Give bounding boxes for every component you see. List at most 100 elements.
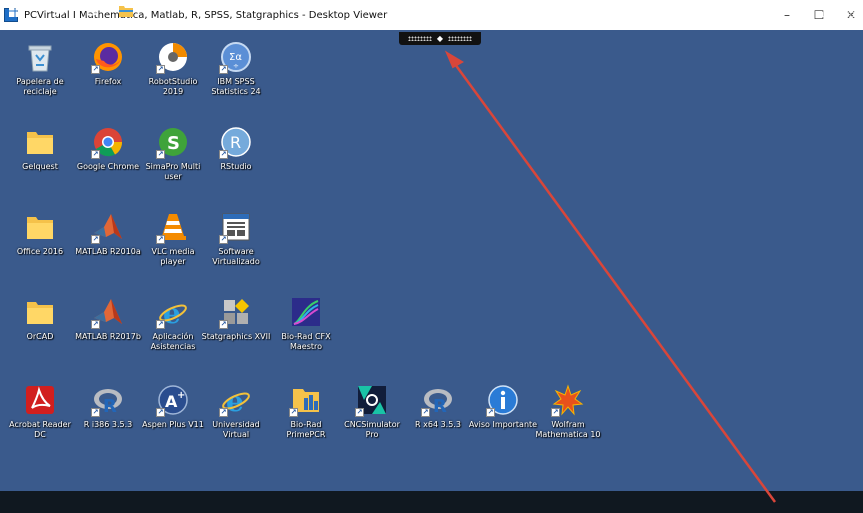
shortcut-arrow-icon: ↗	[289, 408, 298, 417]
volume-button[interactable]	[768, 0, 786, 22]
shortcut-arrow-icon: ↗	[219, 235, 228, 244]
desktop-icon-r-i386[interactable]: R ↗ R i386 3.5.3	[73, 383, 143, 430]
desktop-icon-vlc[interactable]: ↗ VLC media player	[138, 210, 208, 267]
speaker-icon	[771, 5, 784, 17]
shortcut-arrow-icon: ↗	[91, 320, 100, 329]
clock-date: 12/01/2021	[820, 11, 861, 19]
desktop-icon-label: R x64 3.5.3	[415, 420, 461, 429]
desktop-icon-label: RobotStudio 2019	[148, 77, 198, 96]
chevron-up-icon: ⌃	[736, 5, 746, 17]
grip-right-icon	[448, 36, 473, 41]
desktop-icon-aplicacion-asistencias[interactable]: e ↗ Aplicación Asistencias	[138, 295, 208, 352]
shortcut-arrow-icon: ↗	[219, 150, 228, 159]
desktop-icon-matlab-r2010a[interactable]: ↗ MATLAB R2010a	[73, 210, 143, 257]
taskbar-clock[interactable]: 10:50 12/01/2021	[818, 2, 863, 20]
start-button[interactable]	[0, 0, 30, 22]
desktop-icon-orcad[interactable]: OrCAD	[5, 295, 75, 342]
desktop-icon-spss[interactable]: Σα ÷ ↗ IBM SPSS Statistics 24	[201, 40, 271, 97]
desktop-icon-label: Acrobat Reader DC	[9, 420, 71, 439]
desktop-icon-r-x64[interactable]: R ↗ R x64 3.5.3	[403, 383, 473, 430]
desktop-icon-label: OrCAD	[26, 332, 54, 341]
internet-explorer-icon: e ↗	[219, 383, 253, 417]
people-icon	[702, 6, 713, 17]
recycle-bin-icon	[23, 40, 57, 74]
desktop-icon-universidad-virtual[interactable]: e ↗ Universidad Virtual	[201, 383, 271, 440]
shortcut-arrow-icon: ↗	[91, 408, 100, 417]
desktop-icon-aviso-importante[interactable]: ↗ Aviso Importante	[468, 383, 538, 430]
primepcr-icon: ↗	[289, 383, 323, 417]
taskbar-file-explorer[interactable]	[114, 0, 138, 22]
desktop-icon-label: Aspen Plus V11	[142, 420, 204, 429]
shortcut-arrow-icon: ↗	[421, 408, 430, 417]
shortcut-arrow-icon: ↗	[91, 150, 100, 159]
desktop-icon-statgraphics[interactable]: ↗ Statgraphics XVII	[201, 295, 271, 342]
desktop-icon-label: SimaPro Multi user	[145, 162, 201, 181]
desktop-icon-label: Google Chrome	[76, 162, 140, 171]
desktop-icon-label: MATLAB R2017b	[75, 332, 141, 341]
r-icon: R ↗	[91, 383, 125, 417]
people-button[interactable]	[700, 0, 716, 22]
network-button[interactable]	[750, 0, 766, 22]
desktop-icon-firefox[interactable]: ↗ Firefox	[73, 40, 143, 87]
task-view-button[interactable]	[80, 0, 104, 22]
task-view-icon	[86, 6, 98, 16]
spss-icon: Σα ÷ ↗	[219, 40, 253, 74]
desktop-icon-chrome[interactable]: ↗ Google Chrome	[73, 125, 143, 172]
desktop-icon-biorad-primepcr[interactable]: ↗ Bio-Rad PrimePCR	[271, 383, 341, 440]
shortcut-arrow-icon: ↗	[91, 65, 100, 74]
desktop-icon-wolfram-mathematica[interactable]: ↗ Wolfram Mathematica 10	[533, 383, 603, 440]
acrobat-icon	[23, 383, 57, 417]
matlab-icon: ↗	[91, 295, 125, 329]
desktop-icon-label: Firefox	[94, 77, 122, 86]
desktop-icon-label: R i386 3.5.3	[83, 420, 133, 429]
desktop-icon-acrobat-reader[interactable]: Acrobat Reader DC	[5, 383, 75, 440]
svg-text:R: R	[103, 396, 117, 416]
desktop-icon-office-2016[interactable]: Office 2016	[5, 210, 75, 257]
software-window-icon: ↗	[219, 210, 253, 244]
svg-text:÷: ÷	[233, 62, 239, 70]
shortcut-arrow-icon: ↗	[219, 408, 228, 417]
folder-icon	[23, 125, 57, 159]
desktop-icon-robotstudio[interactable]: ↗ RobotStudio 2019	[138, 40, 208, 97]
r-icon: R ↗	[421, 383, 455, 417]
desktop-icon-cncsimulator[interactable]: ↗ CNCSimulator Pro	[337, 383, 407, 440]
desktop-icon-matlab-r2017b[interactable]: ↗ MATLAB R2017b	[73, 295, 143, 342]
desktop-icon-label: RStudio	[220, 162, 252, 171]
internet-explorer-icon: e ↗	[156, 295, 190, 329]
desktop-icon-simapro[interactable]: S ↗ SimaPro Multi user	[138, 125, 208, 182]
file-explorer-icon	[119, 6, 133, 17]
desktop-icon-software-virtualizado[interactable]: ↗ Software Virtualizado	[201, 210, 271, 267]
shortcut-arrow-icon: ↗	[91, 235, 100, 244]
window-title: PCVirtual I Mathematica, Matlab, R, SPSS…	[24, 9, 388, 21]
taskbar	[0, 491, 863, 513]
viewer-toolbar-handle[interactable]: ◆	[399, 32, 481, 45]
desktop-icon-label: IBM SPSS Statistics 24	[211, 77, 261, 96]
desktop-icon-gelquest[interactable]: Gelquest	[5, 125, 75, 172]
folder-icon	[23, 295, 57, 329]
windows-logo-icon	[9, 5, 21, 17]
input-language[interactable]: ESP	[792, 0, 816, 22]
svg-text:+: +	[177, 390, 185, 401]
cncsimulator-icon: ↗	[355, 383, 389, 417]
shortcut-arrow-icon: ↗	[156, 320, 165, 329]
shortcut-arrow-icon: ↗	[156, 235, 165, 244]
shortcut-arrow-icon: ↗	[156, 150, 165, 159]
firefox-icon: ↗	[91, 40, 125, 74]
desktop-icon-recycle-bin[interactable]: Papelera de reciclaje	[5, 40, 75, 97]
shortcut-arrow-icon: ↗	[551, 408, 560, 417]
show-hidden-icons-button[interactable]: ⌃	[734, 0, 748, 22]
desktop-icon-biorad-cfx[interactable]: Bio-Rad CFX Maestro	[271, 295, 341, 352]
desktop-icon-rstudio[interactable]: R ↗ RStudio	[201, 125, 271, 172]
svg-text:R: R	[433, 396, 447, 416]
desktop-icon-label: MATLAB R2010a	[75, 247, 141, 256]
desktop-icon-label: Bio-Rad PrimePCR	[286, 420, 326, 439]
desktop-icon-aspen-plus[interactable]: A + ↗ Aspen Plus V11	[138, 383, 208, 430]
network-icon	[752, 5, 764, 17]
chrome-icon: ↗	[91, 125, 125, 159]
biorad-cfx-icon	[289, 295, 323, 329]
search-button[interactable]	[48, 0, 72, 22]
shortcut-arrow-icon: ↗	[486, 408, 495, 417]
aspen-icon: A + ↗	[156, 383, 190, 417]
statgraphics-icon: ↗	[219, 295, 253, 329]
desktop-icon-label: Software Virtualizado	[212, 247, 260, 266]
